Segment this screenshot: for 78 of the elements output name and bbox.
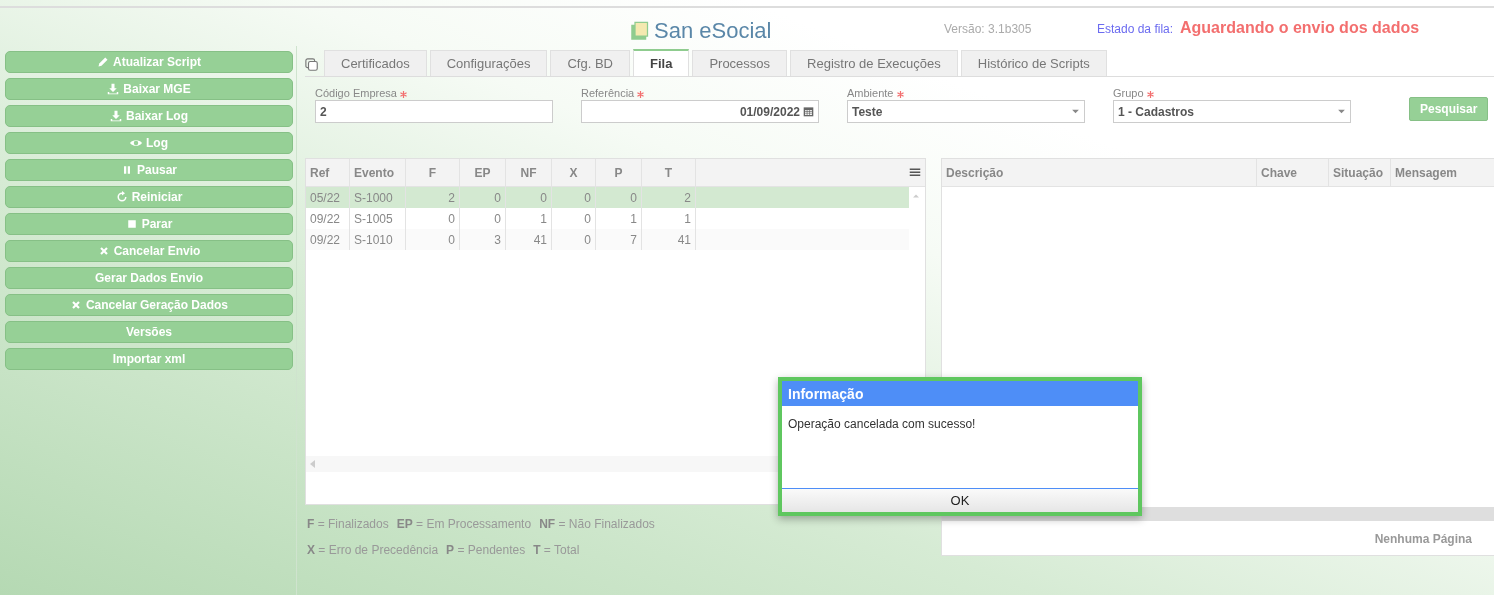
- scroll-left-icon[interactable]: [310, 460, 316, 468]
- column-header[interactable]: NF: [506, 159, 552, 186]
- legend-text: EP = Em Processamento: [396, 516, 532, 533]
- sidebar-button[interactable]: Importar xml: [5, 348, 293, 370]
- column-header[interactable]: Descrição: [942, 159, 1257, 186]
- column-header[interactable]: Chave: [1257, 159, 1329, 186]
- legend-text: X = Erro de Precedência: [307, 542, 439, 559]
- dialog-title: Informação: [782, 381, 1138, 406]
- logo-icon: [630, 19, 650, 42]
- table-cell: 7: [596, 229, 642, 250]
- tab[interactable]: Registro de Execuções: [790, 50, 958, 76]
- legend-text: P = Pendentes: [446, 542, 526, 559]
- table-cell: 41: [642, 229, 696, 250]
- column-header[interactable]: Ref: [306, 159, 350, 186]
- caret-icon: [1337, 107, 1346, 116]
- field-label: Código Empresa: [315, 85, 553, 100]
- search-button[interactable]: Pesquisar: [1409, 97, 1489, 121]
- table-cell: 0: [406, 229, 460, 250]
- sidebar-button[interactable]: Pausar: [5, 159, 293, 181]
- column-header[interactable]: Evento: [350, 159, 406, 186]
- dropdown[interactable]: 1 - Cadastros: [1113, 100, 1351, 123]
- sidebar-button[interactable]: Baixar MGE: [5, 78, 293, 100]
- legend-text: T = Total: [533, 542, 580, 559]
- download-icon: [110, 110, 122, 122]
- refresh-icon: [115, 191, 128, 203]
- version-label: Versão: 3.1b305: [944, 21, 1032, 38]
- download-icon: [107, 83, 120, 95]
- dialog-message: Operação cancelada com sucesso!: [788, 417, 976, 431]
- column-header[interactable]: T: [642, 159, 696, 186]
- tab[interactable]: Cfg. BD: [550, 50, 630, 76]
- tab[interactable]: Fila: [633, 49, 690, 76]
- table-cell: S-1010: [350, 229, 406, 250]
- table-cell: 41: [506, 229, 552, 250]
- eye-icon: [130, 137, 142, 149]
- sidebar-button[interactable]: Parar: [5, 213, 293, 235]
- pencil-icon: [97, 56, 109, 68]
- column-header[interactable]: Situação: [1329, 159, 1391, 186]
- queue-label: Estado da fila:: [1097, 21, 1174, 38]
- column-header[interactable]: P: [596, 159, 642, 186]
- legend-text: F = Finalizados: [307, 516, 389, 533]
- field-label: Referência: [581, 85, 819, 100]
- table-cell: 0: [552, 229, 596, 250]
- sidebar-button[interactable]: Cancelar Envio: [5, 240, 293, 262]
- pause-icon: [121, 164, 133, 176]
- logo-text: San eSocial: [654, 17, 772, 45]
- sidebar-button[interactable]: Log: [5, 132, 293, 154]
- sidebar-button[interactable]: Atualizar Script: [5, 51, 293, 73]
- column-header[interactable]: Mensagem: [1391, 159, 1494, 186]
- stop-icon: [125, 218, 138, 230]
- table-cell: 09/22: [306, 229, 350, 250]
- tab[interactable]: Histórico de Scripts: [960, 50, 1107, 76]
- sidebar-button[interactable]: Versões: [5, 321, 293, 343]
- copy-icon: [305, 58, 319, 72]
- caret-icon: [1071, 107, 1080, 116]
- table-row[interactable]: 09/22 S-1010 0 3 41 0 7 41: [306, 229, 909, 250]
- field-label: Ambiente: [847, 85, 1085, 100]
- tab[interactable]: Processos: [692, 50, 788, 76]
- pager-text: Nenhuma Página: [1374, 531, 1472, 548]
- tab[interactable]: Certificados: [324, 50, 427, 76]
- dropdown[interactable]: Teste: [847, 100, 1085, 123]
- scroll-up-icon: [912, 192, 920, 200]
- table-row[interactable]: 05/22 S-1000 2 0 0 0 0 2: [306, 187, 909, 208]
- ok-button[interactable]: OK: [782, 488, 1138, 512]
- column-header[interactable]: F: [406, 159, 460, 186]
- tab[interactable]: Configurações: [429, 50, 548, 76]
- sidebar-button[interactable]: Cancelar Geração Dados: [5, 294, 293, 316]
- queue-status: Aguardando o envio dos dados: [1180, 18, 1420, 38]
- sidebar-button[interactable]: Gerar Dados Envio: [5, 267, 293, 289]
- calendar-icon: [803, 106, 814, 117]
- legend-text: NF = Não Finalizados: [539, 516, 655, 533]
- column-header[interactable]: X: [552, 159, 596, 186]
- column-header[interactable]: EP: [460, 159, 506, 186]
- input-field[interactable]: 2: [315, 100, 553, 123]
- table-cell: 3: [460, 229, 506, 250]
- sidebar-button[interactable]: Reiniciar: [5, 186, 293, 208]
- field-label: Grupo: [1113, 85, 1351, 100]
- sidebar-button[interactable]: Baixar Log: [5, 105, 293, 127]
- date-field[interactable]: 01/09/2022: [581, 100, 819, 123]
